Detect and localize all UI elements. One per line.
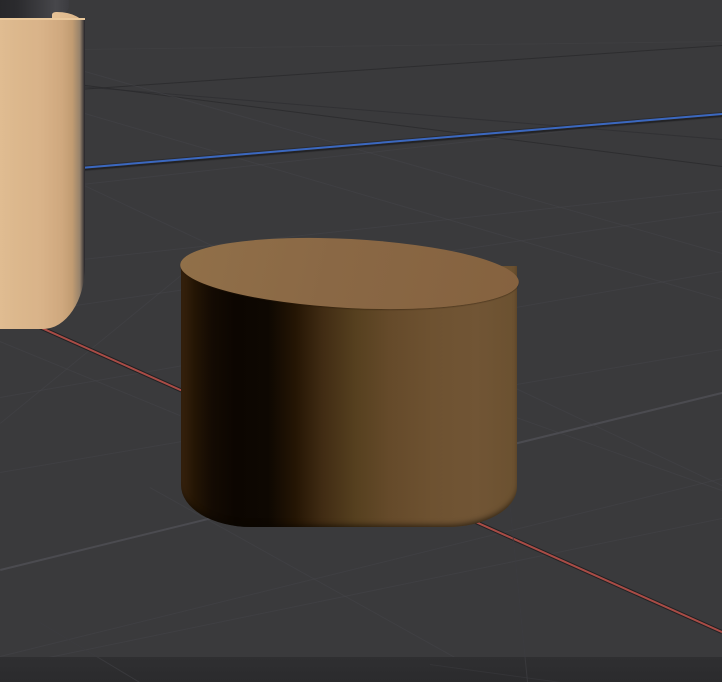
viewport-3d[interactable] [0, 0, 722, 682]
horizon-band [0, 657, 722, 682]
grid-line [78, 69, 722, 254]
grid-line [80, 41, 722, 50]
grid-line [0, 113, 722, 194]
grid-line [505, 413, 722, 491]
grid-line [0, 518, 722, 668]
tan-cylinder-body [0, 18, 85, 329]
grid-line [78, 45, 722, 90]
grid-line [78, 86, 722, 140]
